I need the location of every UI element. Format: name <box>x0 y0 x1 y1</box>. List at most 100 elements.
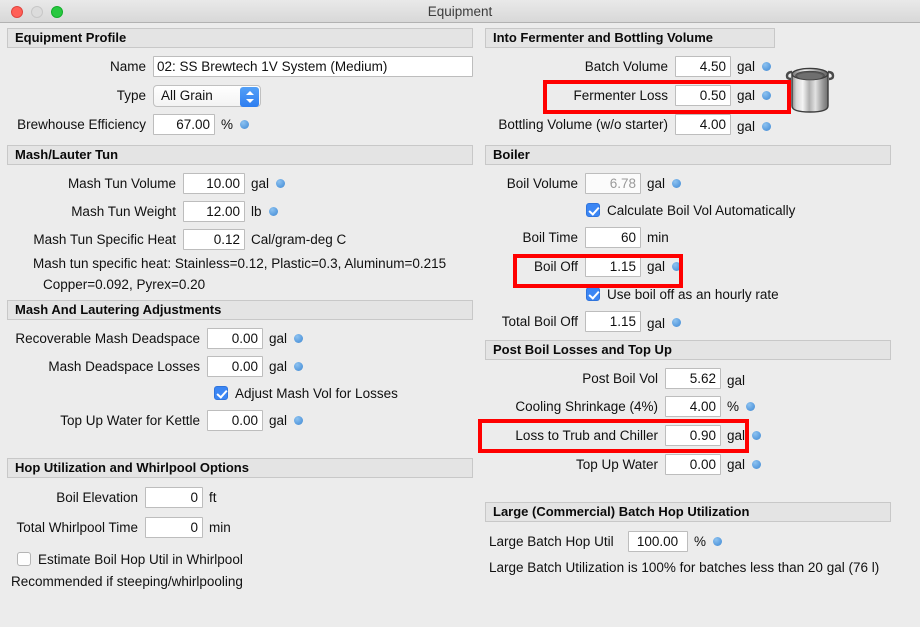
unit-mash-tun-volume: gal <box>251 175 270 191</box>
input-mash-tun-volume[interactable]: 10.00 <box>183 172 245 194</box>
label-fermenter-loss: Fermenter Loss <box>573 88 668 103</box>
unit-top-up-water-kettle: gal <box>269 412 288 428</box>
unit-toggle-dot-icon[interactable] <box>762 62 772 71</box>
label-mash-deadspace-losses: Mash Deadspace Losses <box>48 358 200 374</box>
unit-cooling-shrinkage: % <box>727 398 740 414</box>
note-whirlpool-recommendation: Recommended if steeping/whirlpooling <box>11 574 243 589</box>
input-total-boil-off[interactable]: 1.15 <box>585 310 641 332</box>
input-bottling-volume[interactable]: 4.00 <box>675 114 731 135</box>
unit-toggle-dot-icon[interactable] <box>752 430 762 440</box>
label-mash-tun-weight: Mash Tun Weight <box>71 203 176 219</box>
unit-boil-elevation: ft <box>209 489 217 505</box>
unit-recoverable-mash-deadspace: gal <box>269 330 288 346</box>
input-mash-tun-weight[interactable]: 12.00 <box>183 200 245 222</box>
unit-toggle-dot-icon[interactable] <box>268 206 278 216</box>
group-boiler: Boiler Boil Volume 6.78 gal Calculate Bo… <box>485 145 913 335</box>
unit-toggle-dot-icon[interactable] <box>240 120 250 129</box>
label-top-up-water-kettle: Top Up Water for Kettle <box>60 412 200 428</box>
group-equipment-profile: Equipment Profile Name 02: SS Brewtech 1… <box>7 28 473 139</box>
input-cooling-shrinkage[interactable]: 4.00 <box>665 395 721 417</box>
group-large-batch-hop-util: Large (Commercial) Batch Hop Utilization… <box>485 502 913 580</box>
label-post-boil-vol: Post Boil Vol <box>582 370 658 386</box>
input-recoverable-mash-deadspace[interactable]: 0.00 <box>207 327 263 349</box>
label-type: Type <box>116 88 146 103</box>
group-header-hop-utilization: Hop Utilization and Whirlpool Options <box>7 458 473 478</box>
label-recoverable-mash-deadspace: Recoverable Mash Deadspace <box>15 330 200 346</box>
unit-toggle-dot-icon[interactable] <box>294 415 304 425</box>
group-header-mash-lauter-tun: Mash/Lauter Tun <box>7 145 473 165</box>
row-mash-tun-specific-heat: Mash Tun Specific Heat 0.12 Cal/gram-deg… <box>7 225 473 253</box>
label-loss-to-trub: Loss to Trub and Chiller <box>515 427 658 443</box>
label-name: Name <box>109 59 146 74</box>
row-batch-volume: Batch Volume 4.50 gal <box>485 52 913 81</box>
equipment-content: Equipment Profile Name 02: SS Brewtech 1… <box>0 23 920 627</box>
window-title: Equipment <box>427 4 493 19</box>
checkbox-adjust-mash-vol[interactable] <box>214 386 228 400</box>
input-post-boil-vol[interactable]: 5.62 <box>665 367 721 389</box>
checkbox-calculate-boil-vol[interactable] <box>586 203 600 217</box>
group-header-equipment-profile: Equipment Profile <box>7 28 473 48</box>
unit-toggle-dot-icon[interactable] <box>276 178 286 188</box>
unit-toggle-dot-icon[interactable] <box>762 91 772 100</box>
checkbox-use-boil-off-hourly[interactable] <box>586 287 600 301</box>
input-top-up-water-kettle[interactable]: 0.00 <box>207 409 263 431</box>
unit-boil-volume: gal <box>647 175 666 191</box>
input-boil-time[interactable]: 60 <box>585 226 641 248</box>
unit-mash-tun-weight: lb <box>251 203 262 219</box>
row-adjust-mash-vol: Adjust Mash Vol for Losses <box>7 380 473 406</box>
unit-toggle-dot-icon[interactable] <box>762 121 772 131</box>
row-cooling-shrinkage: Cooling Shrinkage (4%) 4.00 % <box>485 392 913 420</box>
unit-toggle-dot-icon[interactable] <box>294 361 304 371</box>
select-type[interactable]: All Grain <box>153 84 261 107</box>
input-boil-elevation[interactable]: 0 <box>145 486 203 508</box>
select-type-value: All Grain <box>161 87 213 103</box>
row-large-batch-hop-util: Large Batch Hop Util 100.00 % <box>485 526 913 556</box>
unit-post-boil-vol: gal <box>727 372 746 388</box>
input-large-batch-hop-util[interactable]: 100.00 <box>628 530 688 552</box>
label-total-whirlpool-time: Total Whirlpool Time <box>16 519 138 535</box>
unit-total-boil-off: gal <box>647 315 666 331</box>
unit-toggle-dot-icon[interactable] <box>746 401 756 411</box>
unit-toggle-dot-icon[interactable] <box>294 333 304 343</box>
brew-kettle-icon <box>785 67 835 113</box>
label-boil-time: Boil Time <box>522 229 578 245</box>
window-titlebar: Equipment <box>0 0 920 23</box>
input-loss-to-trub[interactable]: 0.90 <box>665 424 721 446</box>
input-batch-volume[interactable]: 4.50 <box>675 56 731 77</box>
unit-toggle-dot-icon[interactable] <box>672 261 682 271</box>
row-calculate-boil-vol: Calculate Boil Vol Automatically <box>485 197 913 223</box>
unit-toggle-dot-icon[interactable] <box>713 536 723 546</box>
unit-toggle-dot-icon[interactable] <box>752 459 762 469</box>
row-fermenter-loss: Fermenter Loss 0.50 gal <box>485 81 913 110</box>
row-mash-tun-weight: Mash Tun Weight 12.00 lb <box>7 197 473 225</box>
unit-toggle-dot-icon[interactable] <box>672 178 682 188</box>
input-top-up-water[interactable]: 0.00 <box>665 453 721 475</box>
label-adjust-mash-vol: Adjust Mash Vol for Losses <box>235 385 398 401</box>
label-batch-volume: Batch Volume <box>584 59 668 74</box>
group-mash-adjustments: Mash And Lautering Adjustments Recoverab… <box>7 300 473 434</box>
input-mash-tun-specific-heat[interactable]: 0.12 <box>183 228 245 250</box>
unit-boil-off: gal <box>647 258 666 274</box>
group-hop-utilization: Hop Utilization and Whirlpool Options Bo… <box>7 458 473 592</box>
group-header-post-boil-losses: Post Boil Losses and Top Up <box>485 340 891 360</box>
row-boil-elevation: Boil Elevation 0 ft <box>7 482 473 512</box>
group-header-into-fermenter: Into Fermenter and Bottling Volume <box>485 28 775 48</box>
input-total-whirlpool-time[interactable]: 0 <box>145 516 203 538</box>
input-brewhouse-efficiency[interactable]: 67.00 <box>153 114 215 135</box>
unit-toggle-dot-icon[interactable] <box>672 318 682 327</box>
input-mash-deadspace-losses[interactable]: 0.00 <box>207 355 263 377</box>
chevron-updown-icon[interactable] <box>240 86 259 107</box>
group-post-boil-losses: Post Boil Losses and Top Up Post Boil Vo… <box>485 340 913 478</box>
label-boil-volume: Boil Volume <box>506 175 578 191</box>
group-header-boiler: Boiler <box>485 145 891 165</box>
checkbox-estimate-boil-hop-util[interactable] <box>17 552 31 566</box>
unit-boil-time: min <box>647 229 669 245</box>
unit-total-whirlpool-time: min <box>209 519 231 535</box>
unit-mash-deadspace-losses: gal <box>269 358 288 374</box>
group-header-mash-adjustments: Mash And Lautering Adjustments <box>7 300 473 320</box>
row-post-boil-vol: Post Boil Vol 5.62 gal <box>485 364 913 392</box>
row-top-up-water-kettle: Top Up Water for Kettle 0.00 gal <box>7 406 473 434</box>
input-name[interactable]: 02: SS Brewtech 1V System (Medium) <box>153 56 473 77</box>
input-fermenter-loss[interactable]: 0.50 <box>675 85 731 106</box>
input-boil-off[interactable]: 1.15 <box>585 255 641 277</box>
